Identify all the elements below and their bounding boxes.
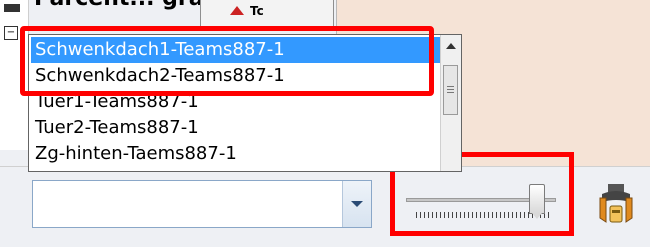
list-scrollbar[interactable] [440, 35, 461, 171]
tree-item-icon [4, 4, 20, 12]
list-item[interactable]: Zg-hinten-Taems887-1 [31, 141, 445, 167]
scroll-thumb[interactable] [443, 65, 458, 115]
tab-label: Tc [250, 4, 264, 18]
robot-gripper-icon[interactable] [596, 184, 636, 228]
minus-box-icon[interactable]: − [4, 26, 18, 40]
list-item[interactable]: Tuer2-Teams887-1 [31, 115, 445, 141]
object-select-dropdown[interactable] [32, 180, 372, 228]
highlight-box-list [20, 26, 434, 96]
dropdown-arrow-button[interactable] [342, 181, 371, 227]
scroll-up-icon[interactable] [446, 43, 456, 49]
toolbar-tab[interactable] [200, 0, 334, 27]
red-arrow-icon [230, 6, 244, 15]
chevron-down-icon [351, 201, 363, 207]
grip-icon [447, 86, 454, 94]
